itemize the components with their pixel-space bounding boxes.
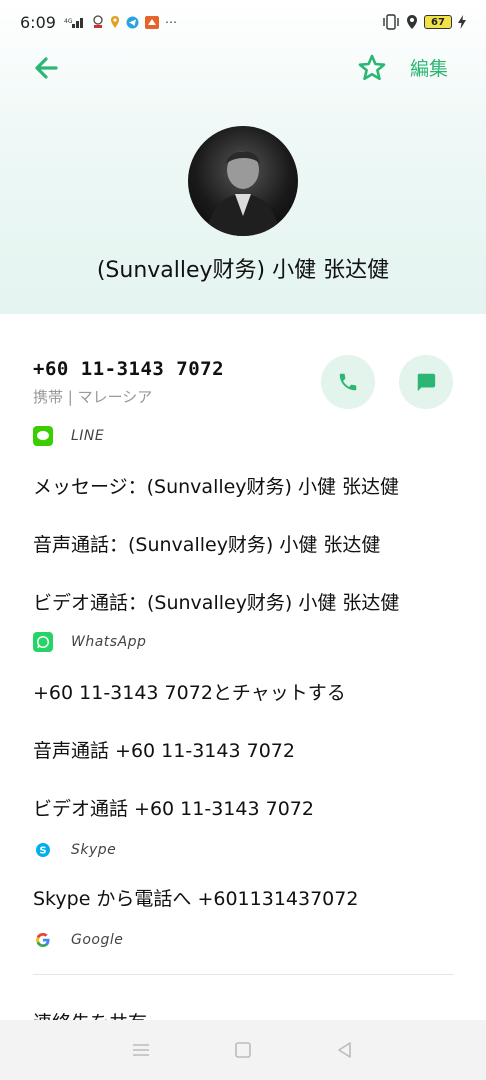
google-icon [33,930,53,950]
back-button[interactable] [30,52,64,84]
line-icon [33,426,53,446]
line-video-call-action[interactable]: ビデオ通話：(Sunvalley财务) 小健 张达健 [33,588,399,615]
star-icon [358,54,386,81]
location-status-icon [407,15,417,29]
contact-name: (Sunvalley财务) 小健 张达健 [96,258,390,283]
app-icon [144,15,159,29]
back-arrow-icon [35,57,58,79]
status-time: 6:09 [20,12,56,32]
app-label-skype: Skype [71,842,117,858]
signal-icon: 4G [64,18,83,28]
home-nav-button[interactable] [231,1038,255,1062]
charging-icon [458,15,466,29]
whatsapp-chat-action[interactable]: +60 11-3143 7072とチャットする [33,678,346,705]
location-icon [110,16,119,28]
phone-type-label: 携帯 | マレーシア [33,388,153,406]
home-square-icon [235,1042,251,1058]
line-message-action[interactable]: メッセージ：(Sunvalley财务) 小健 张达健 [33,472,399,499]
battery-indicator: 67 [424,15,452,29]
edit-button[interactable]: 編集 [410,54,448,81]
divider [33,974,454,975]
favorite-button[interactable] [356,52,388,84]
status-icons: 4G ⋯ [64,15,177,29]
app-label-line: LINE [71,428,105,444]
back-nav-button[interactable] [333,1038,357,1062]
app-label-google: Google [71,932,124,948]
line-voice-call-action[interactable]: 音声通話：(Sunvalley财务) 小健 张达健 [33,530,380,557]
call-button[interactable] [321,355,375,409]
phone-icon [339,373,357,391]
more-icon: ⋯ [164,15,177,29]
back-triangle-icon [338,1042,351,1058]
status-right: 67 [382,14,466,30]
status-bar: 6:09 4G ⋯ 67 [0,0,486,44]
svg-text:4G: 4G [64,18,73,25]
menu-icon [133,1044,149,1056]
menu-nav-button[interactable] [129,1038,153,1062]
whatsapp-voice-call-action[interactable]: 音声通話 +60 11-3143 7072 [33,736,295,763]
skype-icon: S [33,840,53,860]
svg-text:S: S [39,846,46,857]
top-app-bar: 編集 [0,44,486,92]
app-header-skype: S Skype [33,840,116,860]
whatsapp-icon [33,632,53,652]
whatsapp-video-call-action[interactable]: ビデオ通話 +60 11-3143 7072 [33,794,314,821]
app-label-whatsapp: WhatsApp [71,634,147,650]
phone-number[interactable]: +60 11-3143 7072 [33,358,224,380]
message-button[interactable] [399,355,453,409]
skype-call-action[interactable]: Skype から電話へ +601131437072 [33,884,358,911]
notification-icon [93,15,103,28]
app-header-line: LINE [33,426,104,446]
avatar-photo [206,151,280,236]
telegram-icon [126,16,139,28]
app-header-whatsapp: WhatsApp [33,632,146,652]
vibrate-icon [383,14,399,30]
app-header-google: Google [33,930,123,950]
system-nav-bar [0,1020,486,1080]
contact-avatar [188,126,298,236]
message-icon [417,373,436,392]
